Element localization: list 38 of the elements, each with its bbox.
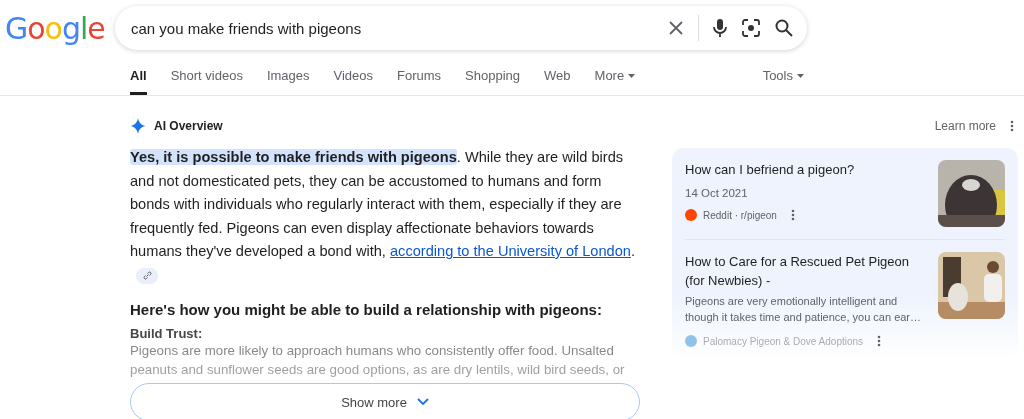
search-input[interactable]: can you make friends with pigeons <box>129 18 654 38</box>
faded-text: peanuts and sunflower seeds are good options, as are dry lentils, wild bird seeds, or <box>130 361 626 379</box>
tab[interactable]: Short videos <box>170 68 243 95</box>
source-link[interactable]: according to the University of London <box>390 243 631 259</box>
tab[interactable]: Forums <box>397 68 442 95</box>
show-more-button[interactable]: Show more <box>130 383 640 419</box>
more-options-icon[interactable] <box>1010 120 1014 132</box>
source-date: 14 Oct 2021 <box>685 187 749 199</box>
tab[interactable]: Images <box>266 68 310 95</box>
microphone-icon[interactable] <box>713 18 727 38</box>
caret-icon <box>628 73 636 78</box>
subheading: Build Trust: <box>130 326 204 341</box>
source-snippet: Pigeons are very emotionally intelligent and though it takes time and patience, you can ear… <box>685 294 923 325</box>
sparkle-icon <box>130 118 146 134</box>
more-options-icon[interactable] <box>790 209 795 221</box>
section-heading: Here's how you might be able to build a relationship with pigeons: <box>130 301 603 318</box>
source-title[interactable]: How to Care for a Rescued Pet Pigeon (for Newbies) - <box>685 252 928 290</box>
close-icon[interactable] <box>668 20 684 36</box>
site-name: Reddit · r/pigeon <box>703 209 777 221</box>
answer-paragraph: Yes, it is possible to make friends with pigeons. While they are wild birds and not domesticated pets, they can be accustomed to humans and form bonds with individuals who regularly interact with them, especially if they are frequently fed. Pigeons can even display affectionate behaviors towards humans they've developed a bond with, according to the University of London. <box>130 146 642 287</box>
tab[interactable]: More <box>594 68 636 95</box>
search-icon[interactable] <box>775 19 793 37</box>
camera-icon[interactable] <box>741 18 761 38</box>
tab[interactable]: Web <box>544 68 571 95</box>
google-logo[interactable]: Google <box>5 10 115 46</box>
tab[interactable]: Shopping <box>465 68 521 95</box>
overview-title: AI Overview <box>154 119 223 133</box>
learn-more-link[interactable]: Learn more <box>934 119 996 133</box>
faded-text: Pigeons are more likely to approach humans who consistently offer food. Unsalted <box>130 342 615 360</box>
site-name: Palomacy Pigeon & Dove Adoptions <box>703 335 864 347</box>
more-options-icon[interactable] <box>877 335 882 347</box>
tab[interactable]: Videos <box>333 68 374 95</box>
tools-button[interactable]: Tools <box>762 68 804 95</box>
caret-icon <box>797 73 804 78</box>
source-title[interactable]: How can I befriend a pigeon? <box>685 160 928 179</box>
chevron-down-icon <box>416 398 429 406</box>
tab[interactable]: All <box>130 68 147 95</box>
link-icon[interactable] <box>136 267 158 284</box>
